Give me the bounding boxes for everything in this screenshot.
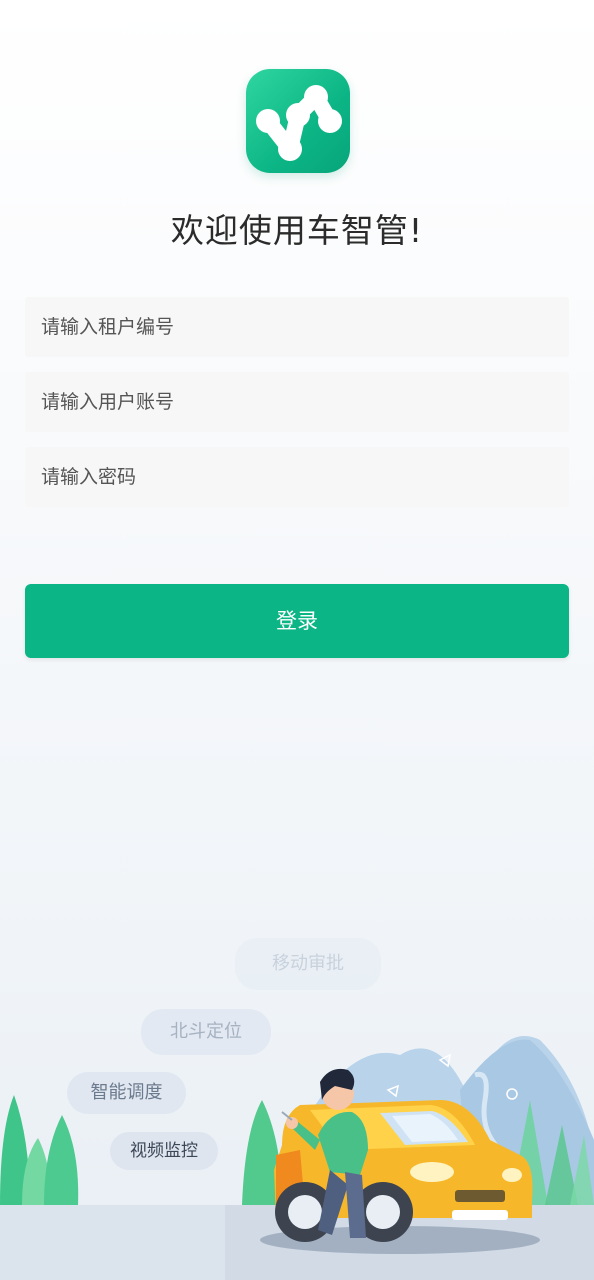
feature-chip-beidou: 北斗定位 — [141, 1009, 271, 1055]
app-logo-graphic — [256, 85, 342, 161]
feature-chip-dispatch: 智能调度 — [67, 1072, 186, 1114]
tenant-field[interactable] — [25, 297, 569, 357]
welcome-title: 欢迎使用车智管! — [170, 211, 424, 250]
password-input[interactable] — [25, 447, 569, 507]
account-input[interactable] — [25, 372, 569, 432]
account-field[interactable] — [25, 372, 569, 432]
feature-chip-approval: 移动审批 — [235, 938, 381, 990]
feature-chip-video: 视频监控 — [110, 1132, 218, 1170]
login-button[interactable]: 登录 — [25, 584, 569, 658]
tenant-input[interactable] — [25, 297, 569, 357]
app-logo — [246, 69, 350, 173]
password-field[interactable] — [25, 447, 569, 507]
